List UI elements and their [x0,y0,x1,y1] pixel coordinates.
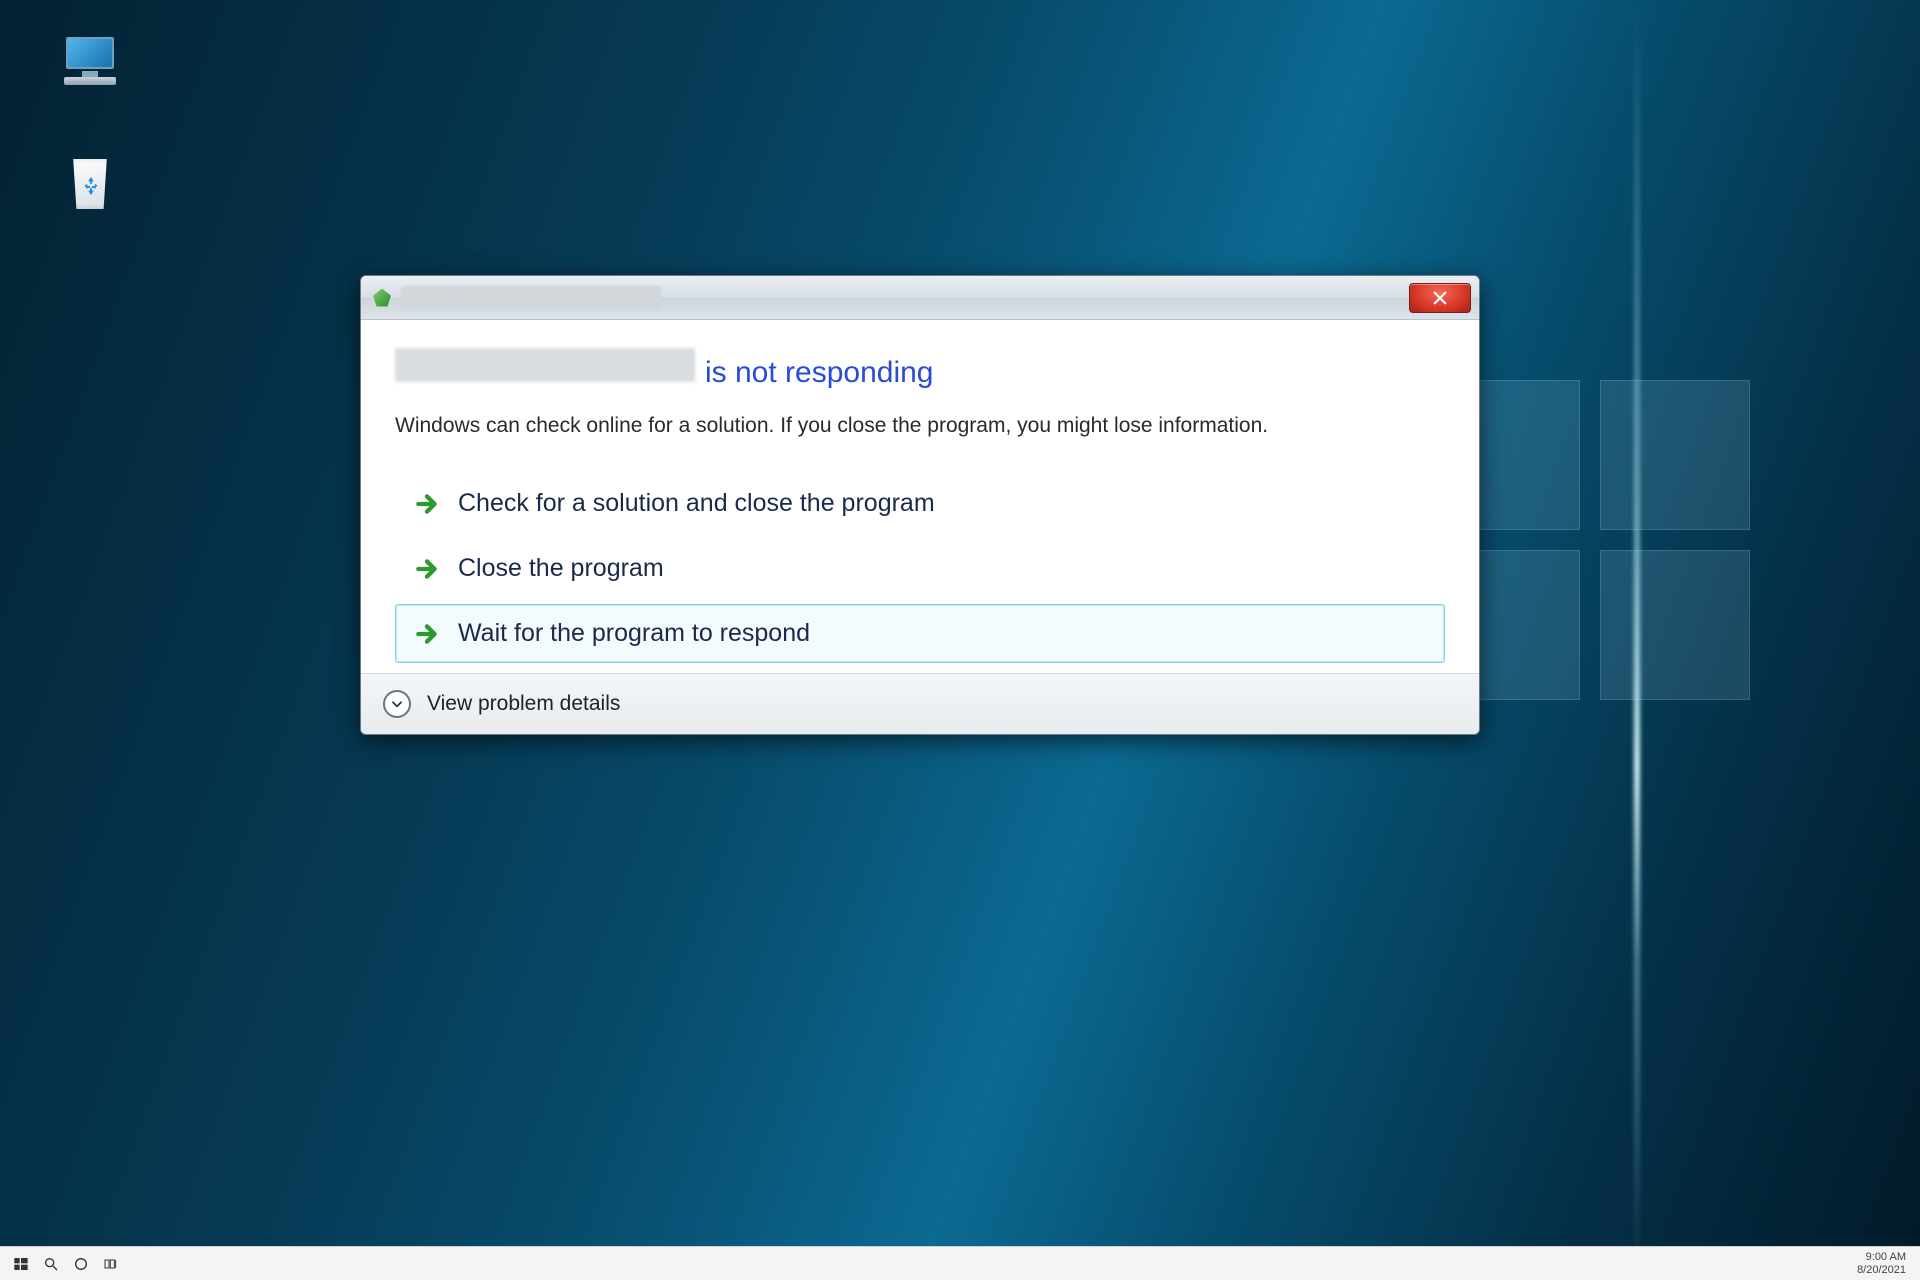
option-label: Wait for the program to respond [458,619,810,648]
dialog-heading: is not responding [395,348,1445,390]
search-icon [43,1256,59,1272]
option-label: Close the program [458,554,664,583]
desktop-icon-this-pc[interactable] [40,35,140,95]
arrow-right-icon [414,621,440,647]
clock-date: 8/20/2021 [1857,1264,1906,1277]
system-tray[interactable]: 9:00 AM 8/20/2021 [1857,1251,1914,1276]
cortana-button[interactable] [66,1249,96,1279]
not-responding-dialog: is not responding Windows can check onli… [360,275,1480,735]
dialog-title-redacted [401,286,661,310]
close-button[interactable] [1409,283,1471,313]
view-problem-details[interactable]: View problem details [361,673,1479,734]
option-close-program[interactable]: Close the program [395,539,1445,598]
computer-icon [58,35,122,91]
recycle-bin-icon [58,155,122,211]
task-view-button[interactable] [96,1249,126,1279]
windows-icon [13,1256,29,1272]
taskbar[interactable]: 9:00 AM 8/20/2021 [0,1246,1920,1280]
option-label: Check for a solution and close the progr… [458,489,935,518]
arrow-right-icon [414,491,440,517]
app-icon [371,287,393,309]
desktop-wallpaper[interactable]: is not responding Windows can check onli… [0,0,1920,1280]
chevron-down-icon [383,690,411,718]
cortana-icon [73,1256,89,1272]
close-icon [1431,289,1449,307]
heading-app-name-redacted [395,348,695,382]
search-button[interactable] [36,1249,66,1279]
task-view-icon [103,1256,119,1272]
dialog-titlebar[interactable] [361,276,1479,320]
desktop-icon-recycle-bin[interactable] [40,155,140,215]
clock-time: 9:00 AM [1857,1251,1906,1264]
option-wait[interactable]: Wait for the program to respond [395,604,1445,663]
option-check-solution[interactable]: Check for a solution and close the progr… [395,474,1445,533]
arrow-right-icon [414,556,440,582]
heading-suffix: is not responding [705,356,934,390]
details-label: View problem details [427,692,620,716]
start-button[interactable] [6,1249,36,1279]
dialog-description: Windows can check online for a solution.… [395,412,1345,440]
